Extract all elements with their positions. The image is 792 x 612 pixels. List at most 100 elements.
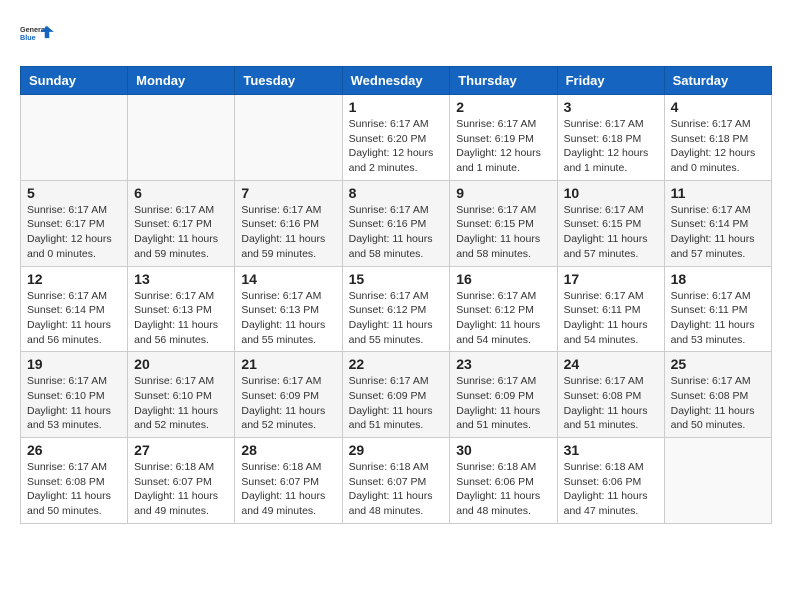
calendar-cell [664,438,771,524]
calendar-cell: 30 Sunrise: 6:18 AM Sunset: 6:06 PM Dayli… [450,438,557,524]
calendar-cell: 31 Sunrise: 6:18 AM Sunset: 6:06 PM Dayli… [557,438,664,524]
calendar-cell: 5 Sunrise: 6:17 AM Sunset: 6:17 PM Daylig… [21,180,128,266]
cell-day-number: 29 [349,442,444,458]
cell-day-number: 7 [241,185,335,201]
calendar-cell: 22Sunrise: 6:17 AM Sunset: 6:09 PM Dayli… [342,352,450,438]
svg-text:General: General [20,25,47,34]
cell-info-text: Sunrise: 6:18 AM Sunset: 6:06 PM Dayligh… [564,460,658,519]
calendar-cell: 15Sunrise: 6:17 AM Sunset: 6:12 PM Dayli… [342,266,450,352]
cell-info-text: Sunrise: 6:17 AM Sunset: 6:15 PM Dayligh… [456,203,550,262]
calendar-cell: 9 Sunrise: 6:17 AM Sunset: 6:15 PM Daylig… [450,180,557,266]
cell-day-number: 25 [671,356,765,372]
cell-day-number: 30 [456,442,550,458]
calendar-cell: 18 Sunrise: 6:17 AM Sunset: 6:11 PM Dayli… [664,266,771,352]
cell-info-text: Sunrise: 6:17 AM Sunset: 6:12 PM Dayligh… [456,289,550,348]
cell-info-text: Sunrise: 6:17 AM Sunset: 6:16 PM Dayligh… [241,203,335,262]
cell-info-text: Sunrise: 6:17 AM Sunset: 6:10 PM Dayligh… [134,374,228,433]
cell-day-number: 8 [349,185,444,201]
cell-day-number: 6 [134,185,228,201]
cell-info-text: Sunrise: 6:17 AM Sunset: 6:08 PM Dayligh… [671,374,765,433]
calendar-cell: 12Sunrise: 6:17 AM Sunset: 6:14 PM Dayli… [21,266,128,352]
calendar-cell: 6 Sunrise: 6:17 AM Sunset: 6:17 PM Daylig… [128,180,235,266]
weekday-header-monday: Monday [128,67,235,95]
calendar-cell: 26 Sunrise: 6:17 AM Sunset: 6:08 PM Dayli… [21,438,128,524]
cell-info-text: Sunrise: 6:17 AM Sunset: 6:19 PM Dayligh… [456,117,550,176]
calendar-cell: 28 Sunrise: 6:18 AM Sunset: 6:07 PM Dayli… [235,438,342,524]
cell-day-number: 3 [564,99,658,115]
cell-day-number: 9 [456,185,550,201]
calendar-week-row: 19 Sunrise: 6:17 AM Sunset: 6:10 PM Dayli… [21,352,772,438]
cell-info-text: Sunrise: 6:17 AM Sunset: 6:16 PM Dayligh… [349,203,444,262]
calendar-cell: 14 Sunrise: 6:17 AM Sunset: 6:13 PM Dayli… [235,266,342,352]
calendar-table: SundayMondayTuesdayWednesdayThursdayFrid… [20,66,772,524]
cell-day-number: 20 [134,356,228,372]
cell-day-number: 24 [564,356,658,372]
cell-day-number: 2 [456,99,550,115]
cell-info-text: Sunrise: 6:17 AM Sunset: 6:11 PM Dayligh… [671,289,765,348]
cell-info-text: Sunrise: 6:18 AM Sunset: 6:06 PM Dayligh… [456,460,550,519]
calendar-cell: 10Sunrise: 6:17 AM Sunset: 6:15 PM Dayli… [557,180,664,266]
calendar-cell: 20 Sunrise: 6:17 AM Sunset: 6:10 PM Dayli… [128,352,235,438]
calendar-cell [21,95,128,181]
calendar-cell [128,95,235,181]
weekday-header-thursday: Thursday [450,67,557,95]
cell-day-number: 23 [456,356,550,372]
cell-day-number: 16 [456,271,550,287]
cell-day-number: 17 [564,271,658,287]
cell-day-number: 28 [241,442,335,458]
cell-day-number: 14 [241,271,335,287]
calendar-cell: 24 Sunrise: 6:17 AM Sunset: 6:08 PM Dayli… [557,352,664,438]
calendar-cell: 11Sunrise: 6:17 AM Sunset: 6:14 PM Dayli… [664,180,771,266]
calendar-week-row: 12Sunrise: 6:17 AM Sunset: 6:14 PM Dayli… [21,266,772,352]
calendar-cell: 7 Sunrise: 6:17 AM Sunset: 6:16 PM Daylig… [235,180,342,266]
cell-day-number: 15 [349,271,444,287]
logo: GeneralBlue [20,20,56,50]
calendar-cell: 21Sunrise: 6:17 AM Sunset: 6:09 PM Dayli… [235,352,342,438]
logo-icon: GeneralBlue [20,20,56,50]
weekday-header-tuesday: Tuesday [235,67,342,95]
calendar-week-row: 1Sunrise: 6:17 AM Sunset: 6:20 PM Daylig… [21,95,772,181]
calendar-cell: 25 Sunrise: 6:17 AM Sunset: 6:08 PM Dayli… [664,352,771,438]
cell-day-number: 26 [27,442,121,458]
weekday-header-row: SundayMondayTuesdayWednesdayThursdayFrid… [21,67,772,95]
cell-day-number: 13 [134,271,228,287]
cell-info-text: Sunrise: 6:17 AM Sunset: 6:11 PM Dayligh… [564,289,658,348]
calendar-cell [235,95,342,181]
cell-info-text: Sunrise: 6:17 AM Sunset: 6:09 PM Dayligh… [349,374,444,433]
cell-info-text: Sunrise: 6:17 AM Sunset: 6:10 PM Dayligh… [27,374,121,433]
cell-day-number: 5 [27,185,121,201]
cell-info-text: Sunrise: 6:17 AM Sunset: 6:13 PM Dayligh… [134,289,228,348]
cell-day-number: 31 [564,442,658,458]
calendar-cell: 2 Sunrise: 6:17 AM Sunset: 6:19 PM Daylig… [450,95,557,181]
cell-info-text: Sunrise: 6:18 AM Sunset: 6:07 PM Dayligh… [134,460,228,519]
cell-info-text: Sunrise: 6:17 AM Sunset: 6:17 PM Dayligh… [27,203,121,262]
calendar-cell: 23 Sunrise: 6:17 AM Sunset: 6:09 PM Dayli… [450,352,557,438]
cell-day-number: 4 [671,99,765,115]
cell-info-text: Sunrise: 6:17 AM Sunset: 6:15 PM Dayligh… [564,203,658,262]
cell-day-number: 27 [134,442,228,458]
cell-info-text: Sunrise: 6:17 AM Sunset: 6:20 PM Dayligh… [349,117,444,176]
calendar-cell: 1Sunrise: 6:17 AM Sunset: 6:20 PM Daylig… [342,95,450,181]
calendar-cell: 16 Sunrise: 6:17 AM Sunset: 6:12 PM Dayli… [450,266,557,352]
svg-text:Blue: Blue [20,33,36,42]
cell-day-number: 18 [671,271,765,287]
weekday-header-friday: Friday [557,67,664,95]
weekday-header-sunday: Sunday [21,67,128,95]
cell-info-text: Sunrise: 6:17 AM Sunset: 6:13 PM Dayligh… [241,289,335,348]
weekday-header-saturday: Saturday [664,67,771,95]
cell-day-number: 21 [241,356,335,372]
cell-info-text: Sunrise: 6:17 AM Sunset: 6:17 PM Dayligh… [134,203,228,262]
calendar-cell: 27 Sunrise: 6:18 AM Sunset: 6:07 PM Dayli… [128,438,235,524]
cell-day-number: 19 [27,356,121,372]
page-header: GeneralBlue [20,20,772,50]
cell-info-text: Sunrise: 6:18 AM Sunset: 6:07 PM Dayligh… [349,460,444,519]
cell-info-text: Sunrise: 6:17 AM Sunset: 6:09 PM Dayligh… [456,374,550,433]
cell-info-text: Sunrise: 6:17 AM Sunset: 6:08 PM Dayligh… [27,460,121,519]
cell-info-text: Sunrise: 6:17 AM Sunset: 6:14 PM Dayligh… [671,203,765,262]
calendar-week-row: 5 Sunrise: 6:17 AM Sunset: 6:17 PM Daylig… [21,180,772,266]
calendar-week-row: 26 Sunrise: 6:17 AM Sunset: 6:08 PM Dayli… [21,438,772,524]
calendar-cell: 19 Sunrise: 6:17 AM Sunset: 6:10 PM Dayli… [21,352,128,438]
cell-info-text: Sunrise: 6:18 AM Sunset: 6:07 PM Dayligh… [241,460,335,519]
calendar-cell: 13 Sunrise: 6:17 AM Sunset: 6:13 PM Dayli… [128,266,235,352]
cell-info-text: Sunrise: 6:17 AM Sunset: 6:08 PM Dayligh… [564,374,658,433]
